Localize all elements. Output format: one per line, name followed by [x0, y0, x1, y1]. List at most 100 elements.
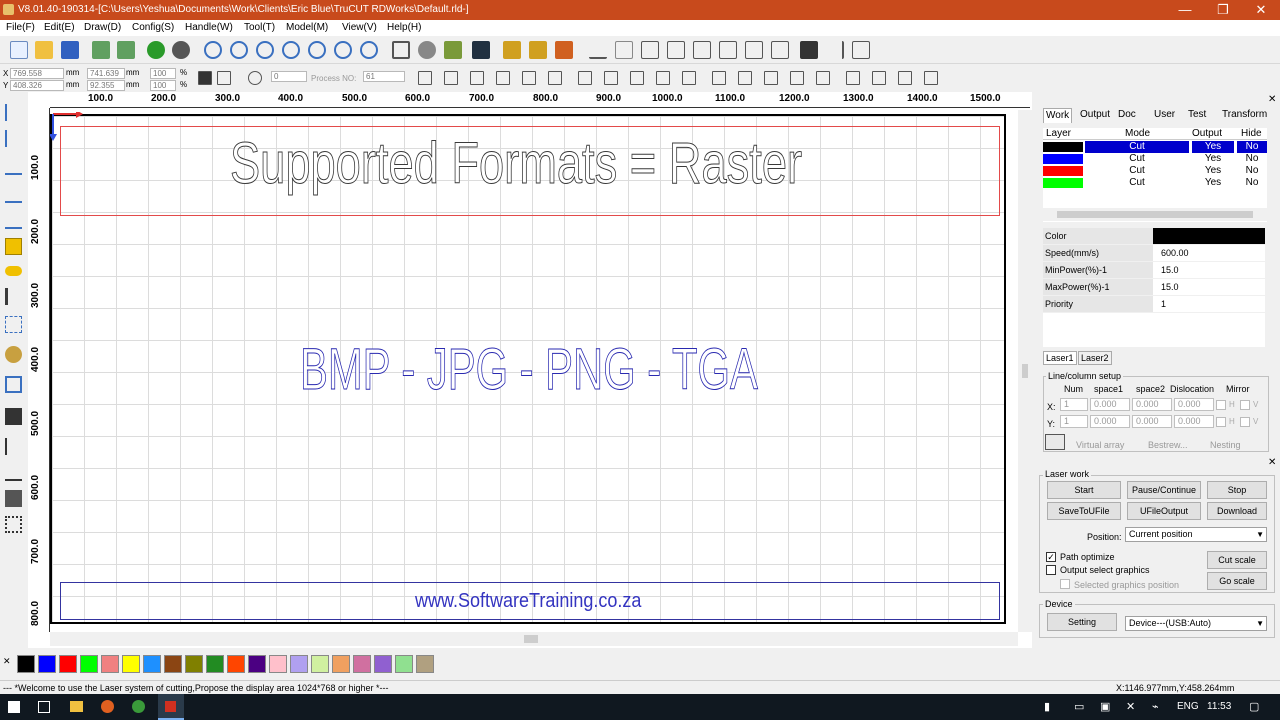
- distribute-v-icon[interactable]: [604, 71, 618, 85]
- apply-size-icon[interactable]: [217, 71, 231, 85]
- spacing-icon[interactable]: [719, 41, 737, 59]
- array-y-num[interactable]: 1: [1060, 415, 1088, 428]
- menu-file[interactable]: File(F): [6, 22, 35, 33]
- save-icon[interactable]: [61, 41, 79, 59]
- prop-value[interactable]: 15.0: [1153, 262, 1265, 278]
- chrome-icon[interactable]: [132, 700, 145, 713]
- right-edge-icon[interactable]: [872, 71, 886, 85]
- menu-draw[interactable]: Draw(D): [84, 22, 121, 33]
- menu-config[interactable]: Config(S): [132, 22, 174, 33]
- save-to-ufile-button[interactable]: SaveToUFile: [1047, 502, 1121, 520]
- align-bottom-icon[interactable]: [496, 71, 510, 85]
- array-copy-tool-icon[interactable]: [5, 516, 22, 533]
- prop-priority-row[interactable]: Priority 1: [1043, 296, 1265, 312]
- panel-close-icon[interactable]: ✕: [1268, 94, 1276, 105]
- array-x-dislocation[interactable]: 0.000: [1174, 398, 1214, 411]
- layer-mode[interactable]: Cut: [1085, 165, 1189, 176]
- palette-color-swatch[interactable]: [332, 655, 350, 673]
- rotate-icon[interactable]: [248, 71, 262, 85]
- layer-hide[interactable]: No: [1237, 165, 1267, 176]
- open-folder-icon[interactable]: [35, 41, 53, 59]
- x-position-field[interactable]: 769.558: [10, 68, 64, 79]
- go-scale-button[interactable]: Go scale: [1207, 572, 1267, 590]
- output-select-checkbox[interactable]: [1046, 565, 1056, 575]
- arrow-down-left-icon[interactable]: [790, 71, 804, 85]
- polyline-tool-icon[interactable]: [5, 186, 22, 203]
- website-text[interactable]: www.SoftwareTraining.co.za: [415, 590, 641, 613]
- y-position-field[interactable]: 408.326: [10, 80, 64, 91]
- array-x-space2[interactable]: 0.000: [1132, 398, 1172, 411]
- process-no-field[interactable]: 61: [363, 71, 405, 82]
- vertical-scrollbar[interactable]: [1018, 110, 1032, 632]
- zoom-out-icon[interactable]: [256, 41, 274, 59]
- palette-color-swatch[interactable]: [374, 655, 392, 673]
- array-tool-icon[interactable]: [5, 490, 22, 507]
- align-center-h-icon[interactable]: [548, 71, 562, 85]
- menu-help[interactable]: Help(H): [387, 22, 421, 33]
- palette-color-swatch[interactable]: [143, 655, 161, 673]
- pause-continue-button[interactable]: Pause/Continue: [1127, 481, 1201, 499]
- virtual-array-button[interactable]: Virtual array: [1076, 440, 1124, 450]
- palette-color-swatch[interactable]: [353, 655, 371, 673]
- palette-color-swatch[interactable]: [38, 655, 56, 673]
- top-edge-icon[interactable]: [898, 71, 912, 85]
- toolbar-options-icon[interactable]: [852, 41, 870, 59]
- device-select[interactable]: Device---(USB:Auto) ▼: [1125, 616, 1267, 631]
- left-edge-icon[interactable]: [846, 71, 860, 85]
- align-right-icon[interactable]: [444, 71, 458, 85]
- scale-x-field[interactable]: 100: [150, 68, 176, 79]
- palette-color-swatch[interactable]: [311, 655, 329, 673]
- prop-color-row[interactable]: Color: [1043, 228, 1265, 244]
- group-icon[interactable]: [503, 41, 521, 59]
- array-y-dislocation[interactable]: 0.000: [1174, 415, 1214, 428]
- layer-output[interactable]: Yes: [1192, 153, 1234, 164]
- notifications-icon[interactable]: ▢: [1249, 700, 1259, 713]
- zoom-page-icon[interactable]: [334, 41, 352, 59]
- palette-color-swatch[interactable]: [290, 655, 308, 673]
- horizontal-scrollbar[interactable]: [50, 632, 1018, 646]
- palette-color-swatch[interactable]: [227, 655, 245, 673]
- layer-mode[interactable]: Cut: [1085, 177, 1189, 188]
- rotate-angle-field[interactable]: 0: [271, 71, 307, 82]
- undo-icon[interactable]: [147, 41, 165, 59]
- select-tool-icon[interactable]: [5, 104, 22, 121]
- palette-color-swatch[interactable]: [101, 655, 119, 673]
- tab-doc[interactable]: Doc: [1116, 108, 1138, 123]
- heading-text[interactable]: Supported Formats = Raster: [230, 130, 803, 197]
- delete-tool-icon[interactable]: [5, 408, 22, 425]
- path-optimize-checkbox[interactable]: ✓: [1046, 552, 1056, 562]
- work-area[interactable]: Supported Formats = Raster BMP - JPG - P…: [50, 112, 1006, 624]
- tab-laser2[interactable]: Laser2: [1078, 351, 1112, 365]
- layer-table-scrollbar[interactable]: [1043, 208, 1267, 221]
- prop-color-value[interactable]: [1153, 228, 1265, 244]
- zoom-select-icon[interactable]: [308, 41, 326, 59]
- menu-tool[interactable]: Tool(T): [244, 22, 275, 33]
- layer-table[interactable]: Layer Mode Output Hide Cut Yes No Cut Ye…: [1043, 128, 1267, 222]
- arrow-up-right-icon[interactable]: [738, 71, 752, 85]
- curve-icon[interactable]: [589, 41, 607, 59]
- palette-color-swatch[interactable]: [416, 655, 434, 673]
- layer-scroll-thumb[interactable]: [1057, 211, 1253, 218]
- zoom-icon[interactable]: [230, 41, 248, 59]
- zoom-all-icon[interactable]: [360, 41, 378, 59]
- prop-value[interactable]: 600.00: [1153, 245, 1265, 261]
- zoom-fit-icon[interactable]: [282, 41, 300, 59]
- tab-work[interactable]: Work: [1043, 108, 1073, 123]
- palette-color-swatch[interactable]: [395, 655, 413, 673]
- close-button[interactable]: ✕: [1242, 0, 1280, 20]
- new-file-icon[interactable]: [10, 41, 28, 59]
- layer-output[interactable]: Yes: [1192, 177, 1234, 188]
- mirror-y-v-checkbox[interactable]: [1240, 417, 1250, 427]
- windows-start-icon[interactable]: [8, 701, 20, 713]
- tab-output[interactable]: Output: [1078, 108, 1112, 123]
- prop-value[interactable]: 1: [1153, 296, 1265, 312]
- setting-button[interactable]: Setting: [1047, 613, 1117, 631]
- network-tray-icon[interactable]: ▣: [1100, 700, 1110, 713]
- align-left-icon[interactable]: [418, 71, 432, 85]
- node-edit-icon[interactable]: [418, 41, 436, 59]
- file-explorer-icon[interactable]: [70, 701, 83, 712]
- arrow-up-left-icon[interactable]: [712, 71, 726, 85]
- curve-tool-icon[interactable]: [5, 212, 22, 229]
- horizontal-scroll-thumb[interactable]: [524, 635, 538, 643]
- bitmap-icon[interactable]: [615, 41, 633, 59]
